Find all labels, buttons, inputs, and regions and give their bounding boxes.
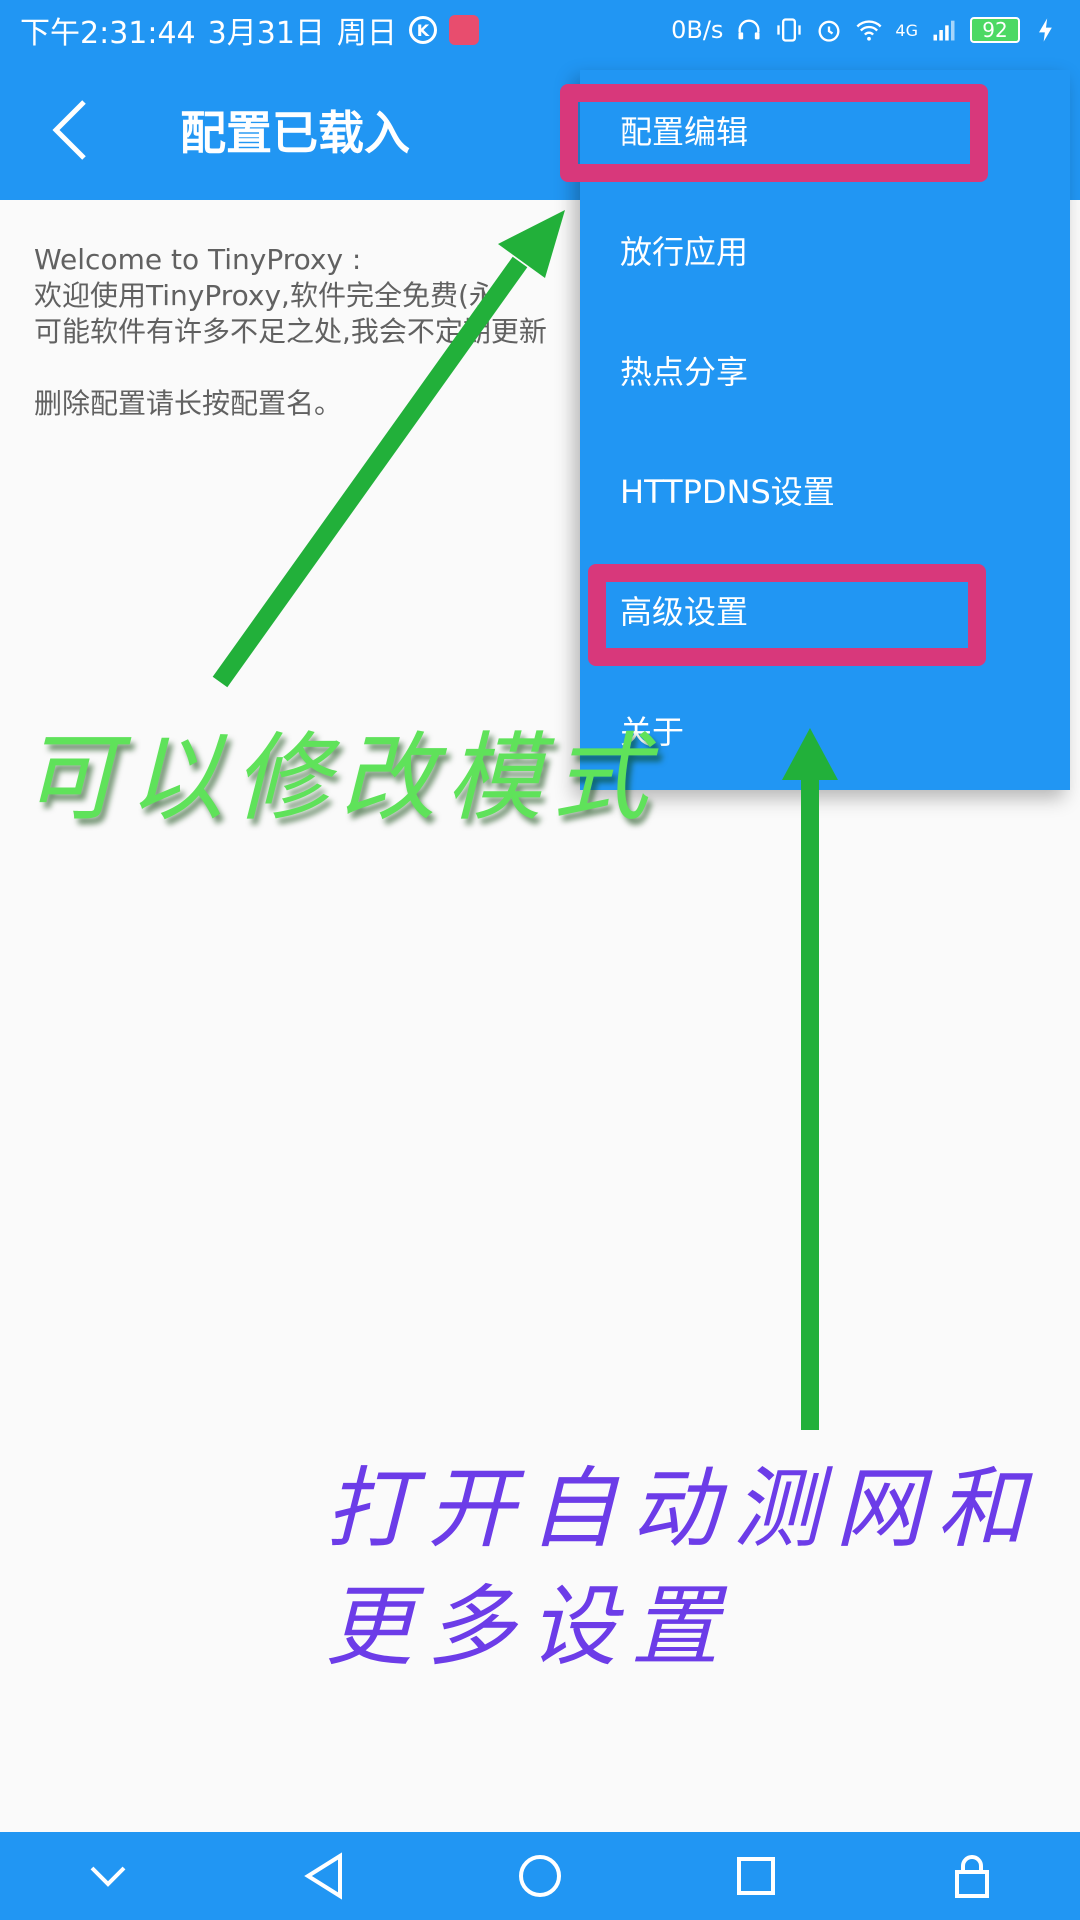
status-date: 3月31日 <box>207 16 325 51</box>
back-triangle-icon <box>304 1852 342 1900</box>
chevron-left-icon <box>52 100 86 160</box>
menu-item-label: 热点分享 <box>620 353 749 391</box>
annotation-purple-line: 打开自动测网和 <box>325 1457 1040 1560</box>
app-badge-icon <box>448 15 479 45</box>
status-weekday: 周日 <box>336 16 397 51</box>
status-net-speed: 0B/s <box>671 16 724 44</box>
status-right: 0B/s 4G 92 <box>671 16 1060 44</box>
menu-item-hotspot-share[interactable]: 热点分享 <box>580 310 1070 430</box>
nav-lock-button[interactable] <box>932 1836 1012 1916</box>
page-title: 配置已载入 <box>180 106 410 160</box>
nav-bar <box>0 1832 1080 1920</box>
recents-square-icon <box>737 1857 775 1895</box>
nav-back-button[interactable] <box>284 1836 364 1916</box>
home-circle-icon <box>519 1855 561 1897</box>
nav-recents-button[interactable] <box>716 1836 796 1916</box>
lock-icon <box>955 1855 989 1898</box>
status-time: 下午2:31:44 <box>20 16 196 51</box>
status-bar: 下午2:31:44 3月31日 周日 K 0B/s 4G 92 <box>0 0 1080 60</box>
headphones-icon <box>738 19 760 40</box>
alarm-icon <box>818 20 840 42</box>
highlight-box-advanced <box>588 564 986 666</box>
arrow-to-advanced <box>782 728 838 1430</box>
chevron-down-icon <box>90 1866 126 1887</box>
menu-item-label: HTTPDNS设置 <box>620 473 835 511</box>
menu-item-label: 放行应用 <box>620 233 749 271</box>
annotation-green-text: 可以修改模式 <box>22 722 658 834</box>
charging-icon <box>1039 18 1052 42</box>
status-left: 下午2:31:44 3月31日 周日 K <box>20 8 479 52</box>
nav-home-button[interactable] <box>500 1836 580 1916</box>
network-type: 4G <box>895 20 918 40</box>
back-button[interactable] <box>0 60 140 200</box>
wifi-icon <box>856 20 882 41</box>
vibrate-icon <box>777 18 802 42</box>
annotation-purple-line: 更多设置 <box>325 1575 734 1678</box>
menu-item-httpdns[interactable]: HTTPDNS设置 <box>580 430 1070 550</box>
signal-icon <box>933 20 955 41</box>
k-icon: K <box>408 16 437 44</box>
menu-item-allowed-apps[interactable]: 放行应用 <box>580 190 1070 310</box>
highlight-box-config-edit <box>560 84 988 182</box>
nav-collapse-button[interactable] <box>68 1836 148 1916</box>
annotation-purple-text: 打开自动测网和 更多设置 <box>325 1450 1039 1686</box>
battery-icon: 92 <box>970 17 1020 43</box>
